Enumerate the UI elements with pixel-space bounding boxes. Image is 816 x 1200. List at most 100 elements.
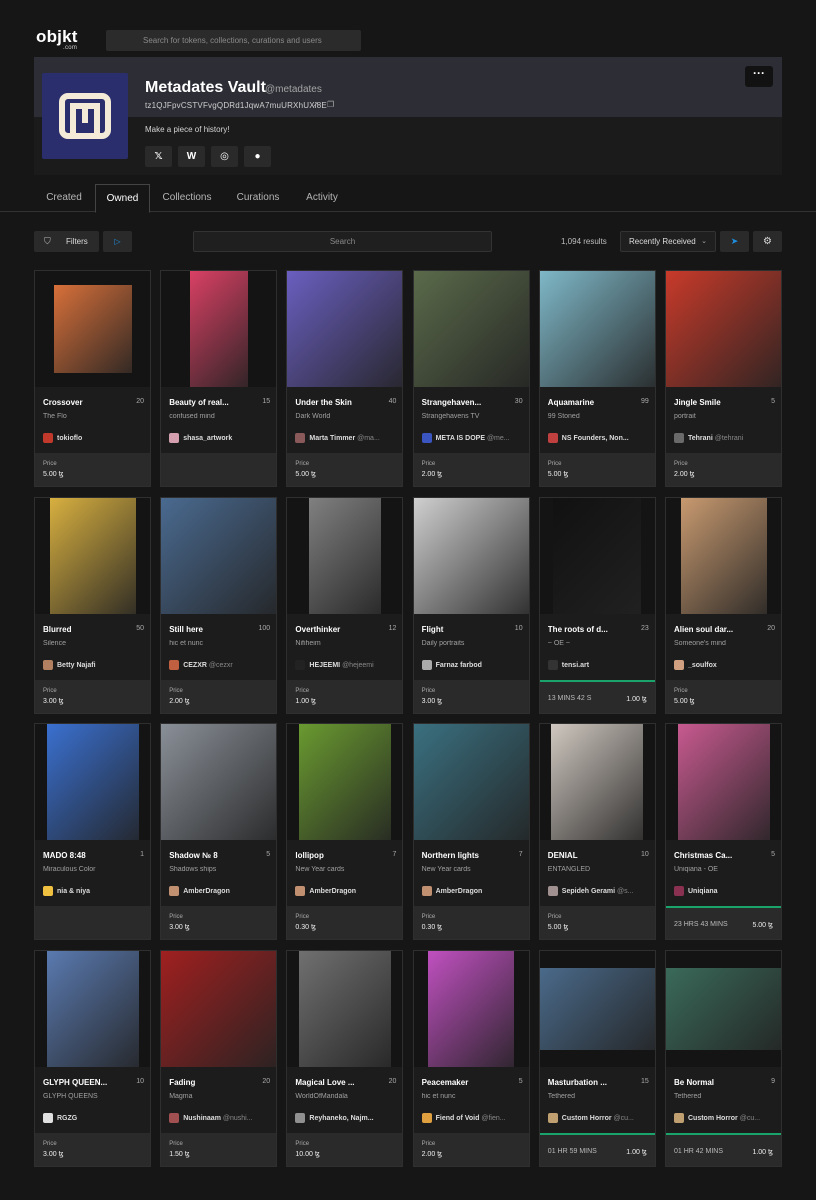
collection-name[interactable]: hic et nunc <box>169 640 269 647</box>
token-thumbnail[interactable] <box>287 724 403 840</box>
price-panel[interactable]: Price 2.00 ꜩ <box>161 679 277 713</box>
external-link-icon[interactable]: ↗ <box>312 100 319 109</box>
creator-link[interactable]: Farnaz farbod <box>421 659 526 670</box>
collection-name[interactable]: New Year cards <box>295 866 395 873</box>
creator-link[interactable]: HEJEEMI @hejeemi <box>295 659 399 670</box>
price-panel[interactable]: Price 1.00 ꜩ <box>287 679 403 713</box>
price-panel[interactable]: Price 1.50 ꜩ <box>161 1132 277 1166</box>
copy-icon[interactable]: ❐ <box>327 100 334 109</box>
price-panel[interactable] <box>35 906 150 939</box>
token-title[interactable]: Peacemaker <box>422 1078 506 1087</box>
token-card[interactable]: Be Normal 9 Tethered Custom Horror @cu... 01… <box>665 949 782 1167</box>
token-title[interactable]: Masturbation ... <box>548 1078 632 1087</box>
collection-name[interactable]: portrait <box>674 413 774 420</box>
price-panel[interactable]: Price 10.00 ꜩ <box>287 1132 403 1166</box>
token-card[interactable]: MADO 8:48 1 Miraculous Color nia & niya <box>34 723 151 940</box>
collection-name[interactable]: confused mind <box>169 413 269 420</box>
collection-name[interactable]: Uniqiana - OE <box>674 866 774 873</box>
token-thumbnail[interactable] <box>161 497 277 614</box>
token-title[interactable]: lollipop <box>295 851 379 860</box>
website-link-button[interactable]: ● <box>244 146 271 167</box>
token-thumbnail[interactable] <box>35 950 150 1067</box>
collection-name[interactable]: Shadows ships <box>169 866 269 873</box>
price-panel[interactable]: Price 5.00 ꜩ <box>539 453 655 486</box>
token-thumbnail[interactable] <box>413 497 529 614</box>
tab-owned[interactable]: Owned <box>95 184 150 213</box>
token-card[interactable]: Shadow № 8 5 Shadows ships AmberDragon Pric… <box>160 723 278 940</box>
price-panel[interactable]: Price 0.30 ꜩ <box>413 906 529 939</box>
creator-link[interactable]: Marta Timmer @ma... <box>295 433 399 443</box>
token-title[interactable]: Overthinker <box>295 625 379 634</box>
token-title[interactable]: Northern lights <box>422 851 506 860</box>
token-thumbnail[interactable] <box>666 950 781 1067</box>
token-card[interactable]: Masturbation ... 15 Tethered Custom Horror … <box>538 949 656 1167</box>
token-card[interactable]: Fading 20 Magma Nushinaam @nushi... Price 1.5… <box>160 949 278 1167</box>
token-title[interactable]: Alien soul dar... <box>674 625 758 634</box>
token-card[interactable]: Jingle Smile 5 portrait Tehrani @tehrani Pri… <box>665 270 782 487</box>
collection-name[interactable]: The Flo <box>43 413 143 420</box>
collection-name[interactable]: Daily portraits <box>422 640 522 647</box>
price-panel[interactable]: Price 0.30 ꜩ <box>287 906 403 939</box>
token-title[interactable]: Be Normal <box>674 1078 758 1087</box>
creator-link[interactable]: Betty Najafi <box>43 659 147 670</box>
creator-link[interactable]: META IS DOPE @me... <box>421 433 526 443</box>
collection-name[interactable]: WorldOfMandala <box>295 1093 395 1100</box>
price-panel[interactable]: Price 5.00 ꜩ <box>35 453 150 486</box>
price-panel[interactable]: Price 2.00 ꜩ <box>413 453 529 486</box>
tab-created[interactable]: Created <box>34 184 94 212</box>
discord-link-button[interactable]: ◎ <box>211 146 238 167</box>
token-title[interactable]: Still here <box>169 625 253 634</box>
token-title[interactable]: Magical Love ... <box>295 1078 379 1087</box>
creator-link[interactable]: Custom Horror @cu... <box>674 1112 778 1123</box>
creator-link[interactable]: NS Founders, Non... <box>547 433 652 443</box>
price-panel[interactable]: Price 2.00 ꜩ <box>413 1132 529 1166</box>
price-panel[interactable]: Price 5.00 ꜩ <box>287 453 403 486</box>
token-card[interactable]: Still here 100 hic et nunc CEZXR @cezxr Pric… <box>160 496 278 714</box>
price-panel[interactable]: Price 3.00 ꜩ <box>413 679 529 713</box>
token-thumbnail[interactable] <box>161 271 277 387</box>
token-thumbnail[interactable] <box>35 724 150 840</box>
collection-name[interactable]: hic et nunc <box>422 1093 522 1100</box>
collection-name[interactable]: Miraculous Color <box>43 866 143 873</box>
price-panel[interactable]: Price 5.00 ꜩ <box>666 679 781 713</box>
token-thumbnail[interactable] <box>413 950 529 1067</box>
play-button[interactable]: ▷ <box>103 231 132 252</box>
site-logo[interactable]: objkt <box>36 28 78 45</box>
filters-button[interactable]: ⛉ Filters <box>34 231 99 252</box>
creator-link[interactable]: Fiend of Void @fien... <box>421 1112 526 1123</box>
token-card[interactable]: Crossover 20 The Flo tokioflo Price 5.00 ꜩ <box>34 270 151 487</box>
collection-name[interactable]: ~ OE ~ <box>548 640 648 647</box>
token-thumbnail[interactable] <box>287 497 403 614</box>
creator-link[interactable]: Nushinaam @nushi... <box>169 1112 273 1123</box>
token-title[interactable]: Christmas Ca... <box>674 851 758 860</box>
token-thumbnail[interactable] <box>35 271 150 387</box>
token-title[interactable]: GLYPH QUEEN... <box>43 1078 127 1087</box>
price-panel[interactable] <box>161 453 277 486</box>
token-title[interactable]: The roots of d... <box>548 625 632 634</box>
token-thumbnail[interactable] <box>666 497 781 614</box>
creator-link[interactable]: AmberDragon <box>295 886 399 896</box>
collection-name[interactable]: Strangehavens TV <box>422 413 522 420</box>
token-thumbnail[interactable] <box>287 950 403 1067</box>
token-title[interactable]: Aquamarine <box>548 398 632 407</box>
creator-link[interactable]: _soulfox <box>674 659 778 670</box>
tab-collections[interactable]: Collections <box>152 184 222 212</box>
token-title[interactable]: Jingle Smile <box>674 398 758 407</box>
creator-link[interactable]: AmberDragon <box>169 886 273 896</box>
token-title[interactable]: Shadow № 8 <box>169 851 253 860</box>
token-card[interactable]: Strangehaven... 30 Strangehavens TV META IS… <box>412 270 530 487</box>
token-thumbnail[interactable] <box>539 271 655 387</box>
collection-name[interactable]: Tethered <box>548 1093 648 1100</box>
token-title[interactable]: Beauty of real... <box>169 398 253 407</box>
creator-link[interactable]: RGZG <box>43 1112 147 1123</box>
creator-link[interactable]: Uniqiana <box>674 886 778 896</box>
price-panel[interactable]: 01 HR 59 MINS 1.00 ꜩ <box>539 1132 655 1166</box>
price-panel[interactable]: Price 3.00 ꜩ <box>35 1132 150 1166</box>
token-card[interactable]: Peacemaker 5 hic et nunc Fiend of Void @fie… <box>412 949 530 1167</box>
token-title[interactable]: DENIAL <box>548 851 632 860</box>
collection-name[interactable]: Nifiheim <box>295 640 395 647</box>
creator-link[interactable]: shasa_artwork <box>169 433 273 443</box>
creator-link[interactable]: Tehrani @tehrani <box>674 433 778 443</box>
token-title[interactable]: MADO 8:48 <box>43 851 127 860</box>
select-mode-button[interactable]: ➤ <box>720 231 749 252</box>
